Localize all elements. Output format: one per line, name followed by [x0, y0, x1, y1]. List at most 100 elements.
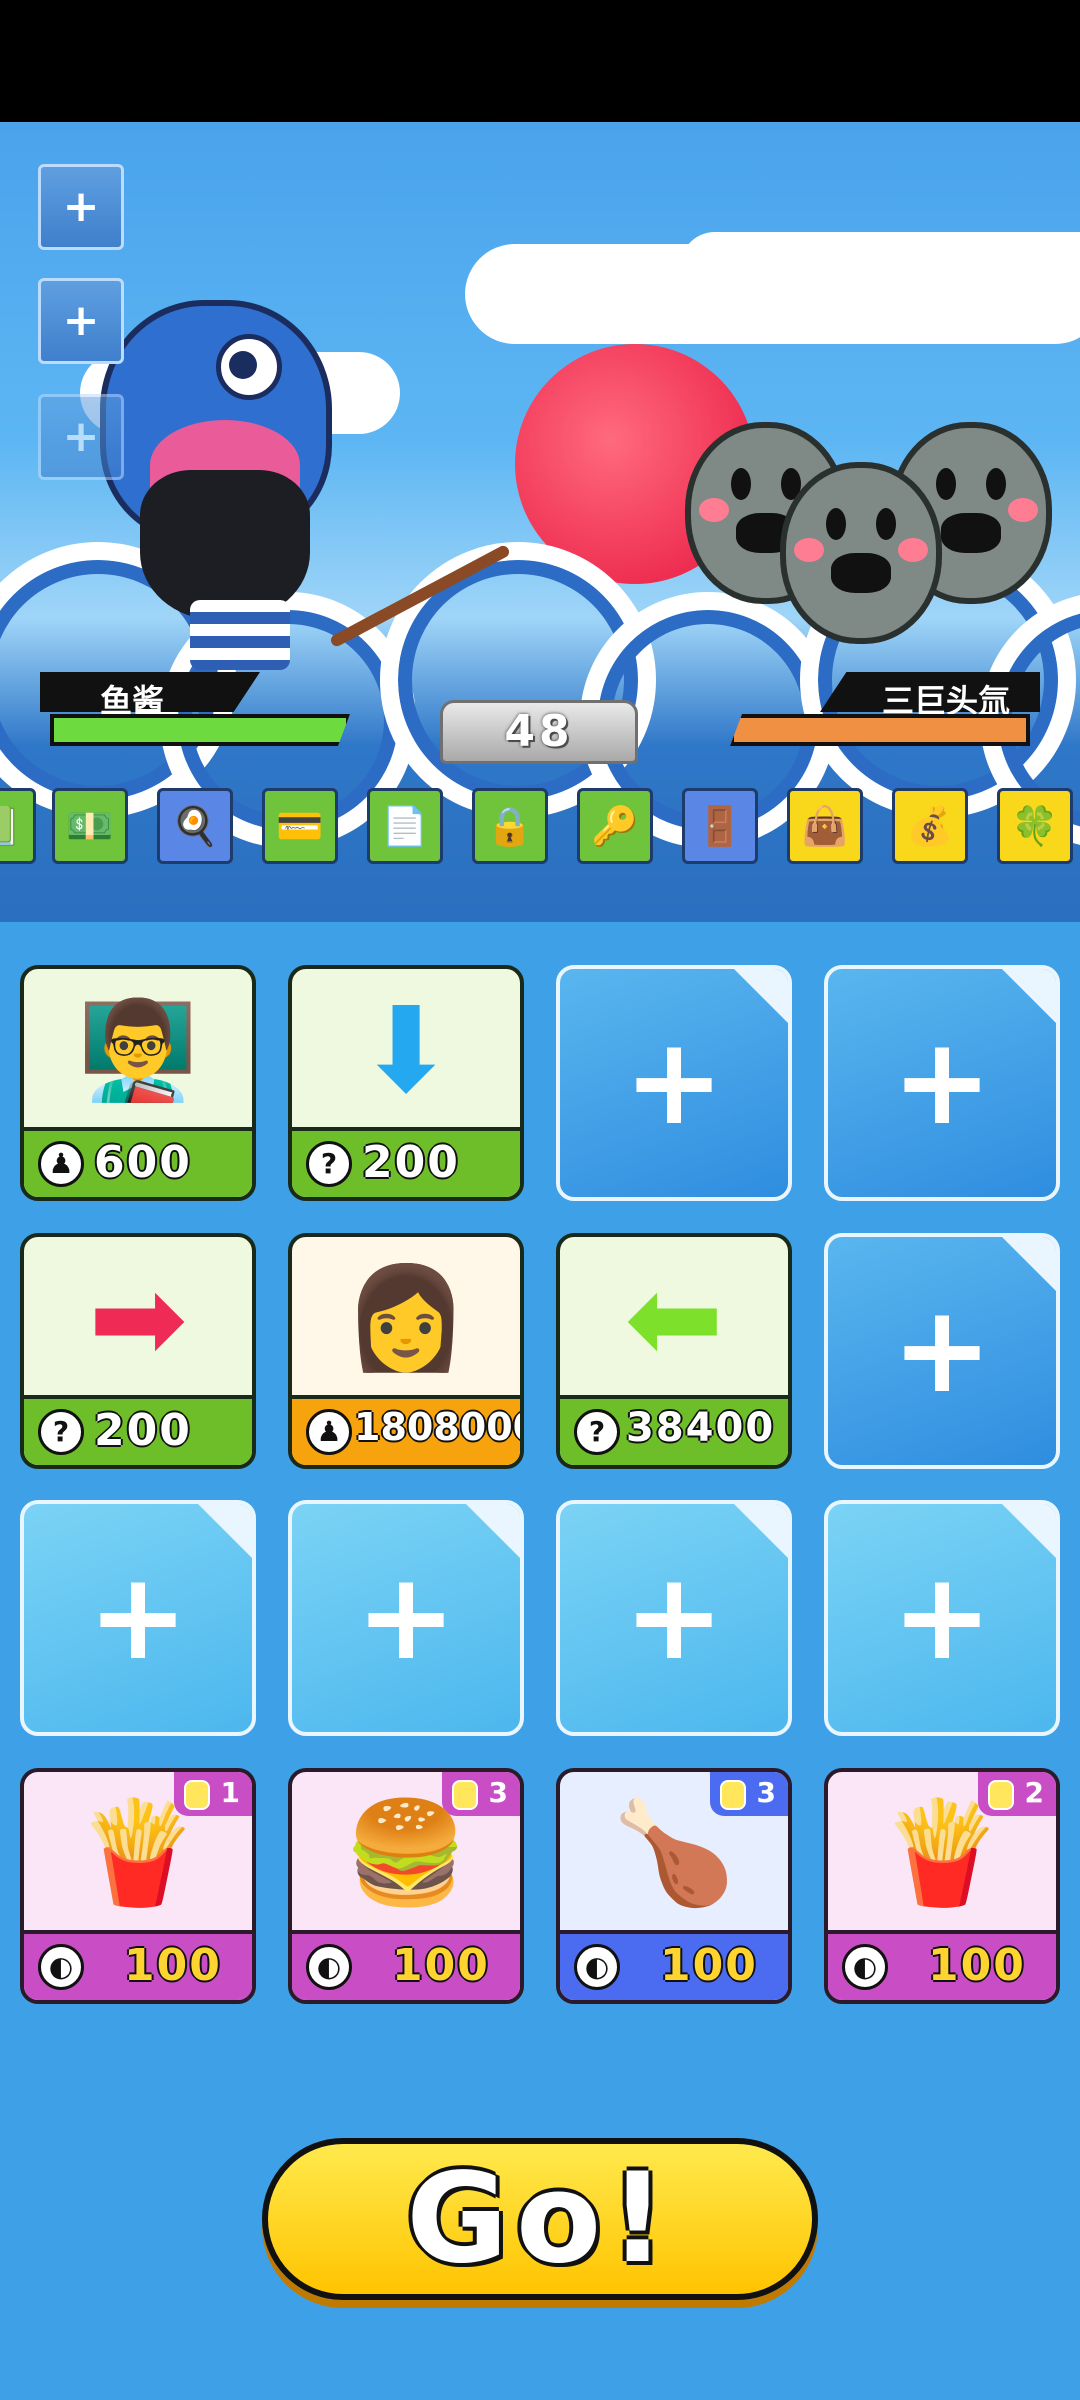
book-icon: 📗	[0, 804, 22, 849]
plus-icon: +	[891, 1548, 993, 1687]
chicken-leg-icon: 🍗	[611, 1794, 737, 1911]
document-icon: 📄	[381, 803, 429, 848]
bread-icon: ◐	[38, 1944, 84, 1990]
enemy-eye	[936, 468, 956, 500]
girl-art: 👩	[343, 1259, 469, 1376]
hero-shirt	[190, 600, 290, 670]
item-slot[interactable]: 📄	[367, 788, 443, 864]
food-card-fries[interactable]: 1 🍟 ◐ 100	[20, 1768, 256, 2004]
empty-slot[interactable]: +	[824, 1233, 1060, 1469]
unit-cost: 600	[94, 1137, 192, 1188]
unit-card-teacher[interactable]: 👨‍🏫 ♟ 600	[20, 965, 256, 1201]
enemy-hp-bar	[730, 714, 1030, 746]
enemy-blob	[780, 462, 942, 644]
unit-card-arrow-left[interactable]: ⬅ ? 38400	[556, 1233, 792, 1469]
unit-card-arrow-right[interactable]: ➡ ? 200	[20, 1233, 256, 1469]
food-cost: 100	[928, 1940, 1026, 1991]
item-slot[interactable]: 🔒	[472, 788, 548, 864]
fries-icon: 🍟	[879, 1794, 1005, 1911]
player-status: 鱼酱	[40, 672, 360, 756]
bread-icon: ◐	[842, 1944, 888, 1990]
food-cost: 100	[124, 1940, 222, 1991]
side-add-button-3[interactable]: +	[38, 394, 124, 480]
person-icon: ♟	[306, 1409, 352, 1455]
item-slot[interactable]: 👜	[787, 788, 863, 864]
enemy-eye	[876, 508, 896, 540]
enemy-status: 三巨头氚	[720, 672, 1040, 756]
cloud	[680, 232, 1080, 302]
side-add-button-2[interactable]: +	[38, 278, 124, 364]
unit-card-arrow-down[interactable]: ⬇ ? 200	[288, 965, 524, 1201]
cash-box-icon: 💰	[906, 803, 954, 848]
plus-icon: +	[623, 1548, 725, 1687]
shark-eye	[216, 334, 282, 400]
side-add-button-1[interactable]: +	[38, 164, 124, 250]
plus-icon: +	[62, 411, 100, 462]
food-cost: 100	[660, 1940, 758, 1991]
burger-icon: 🍔	[343, 1794, 469, 1911]
door-icon: 🚪	[696, 803, 744, 848]
unit-cost: 1808000	[354, 1405, 524, 1449]
go-button-label: Go!	[406, 2147, 674, 2291]
item-slot[interactable]: 💰	[892, 788, 968, 864]
empty-slot[interactable]: +	[824, 965, 1060, 1201]
unit-card-girl[interactable]: 👩 ♟ 1808000	[288, 1233, 524, 1469]
clover-icon: 🍀	[1011, 803, 1059, 848]
hero-mask	[140, 470, 310, 620]
item-slot[interactable]: 💳	[262, 788, 338, 864]
card-icon: 💳	[276, 803, 324, 848]
empty-slot[interactable]: +	[20, 1500, 256, 1736]
plus-icon: +	[62, 295, 100, 346]
arrow-down-icon: ⬇	[356, 981, 456, 1119]
bread-icon: ◐	[574, 1944, 620, 1990]
food-card-chicken-leg[interactable]: 3 🍗 ◐ 100	[556, 1768, 792, 2004]
bag-icon: 👜	[801, 803, 849, 848]
empty-slot[interactable]: +	[288, 1500, 524, 1736]
item-slot[interactable]: 🍳	[157, 788, 233, 864]
empty-slot[interactable]: +	[824, 1500, 1060, 1736]
enemy-mouth	[941, 513, 1001, 553]
teacher-art: 👨‍🏫	[78, 993, 198, 1106]
empty-slot[interactable]: +	[556, 965, 792, 1201]
plus-icon: +	[891, 1013, 993, 1152]
plus-icon: +	[62, 181, 100, 232]
item-strip: 📗 💵 🍳 💳 📄 🔒 🔑 🚪 👜 💰 🍀	[0, 788, 1080, 868]
unit-cost: 200	[94, 1405, 192, 1456]
bread-icon: ◐	[306, 1944, 352, 1990]
enemy-cheek	[699, 498, 729, 522]
key-icon: 🔑	[591, 803, 639, 848]
plus-icon: +	[891, 1281, 993, 1420]
enemy-cheek	[898, 538, 928, 562]
enemy-cheek	[794, 538, 824, 562]
item-slot[interactable]: 🔑	[577, 788, 653, 864]
enemy-eye	[731, 468, 751, 500]
round-timer: 48	[440, 700, 638, 764]
unit-cost: 38400	[626, 1405, 776, 1451]
cash-icon: 💵	[66, 803, 114, 848]
enemy-mouth	[831, 553, 891, 593]
food-card-burger[interactable]: 3 🍔 ◐ 100	[288, 1768, 524, 2004]
item-slot[interactable]: 📗	[0, 788, 36, 864]
enemy-eye	[986, 468, 1006, 500]
fries-icon: 🍟	[75, 1794, 201, 1911]
plus-icon: +	[355, 1548, 457, 1687]
go-button[interactable]: Go!	[262, 2138, 818, 2300]
empty-slot[interactable]: +	[556, 1500, 792, 1736]
plus-icon: +	[623, 1013, 725, 1152]
item-slot[interactable]: 💵	[52, 788, 128, 864]
food-cost: 100	[392, 1940, 490, 1991]
enemy-cheek	[1008, 498, 1038, 522]
plus-icon: +	[87, 1548, 189, 1687]
question-icon: ?	[38, 1409, 84, 1455]
arrow-right-icon: ➡	[88, 1249, 188, 1387]
food-card-fries[interactable]: 2 🍟 ◐ 100	[824, 1768, 1060, 2004]
item-slot[interactable]: 🚪	[682, 788, 758, 864]
unit-cost: 200	[362, 1137, 460, 1188]
player-hp-bar	[50, 714, 350, 746]
status-bar	[0, 0, 1080, 122]
pan-icon: 🍳	[171, 803, 219, 848]
item-slot[interactable]: 🍀	[997, 788, 1073, 864]
arrow-left-icon: ⬅	[624, 1249, 724, 1387]
question-icon: ?	[574, 1409, 620, 1455]
lock-icon: 🔒	[486, 803, 534, 848]
